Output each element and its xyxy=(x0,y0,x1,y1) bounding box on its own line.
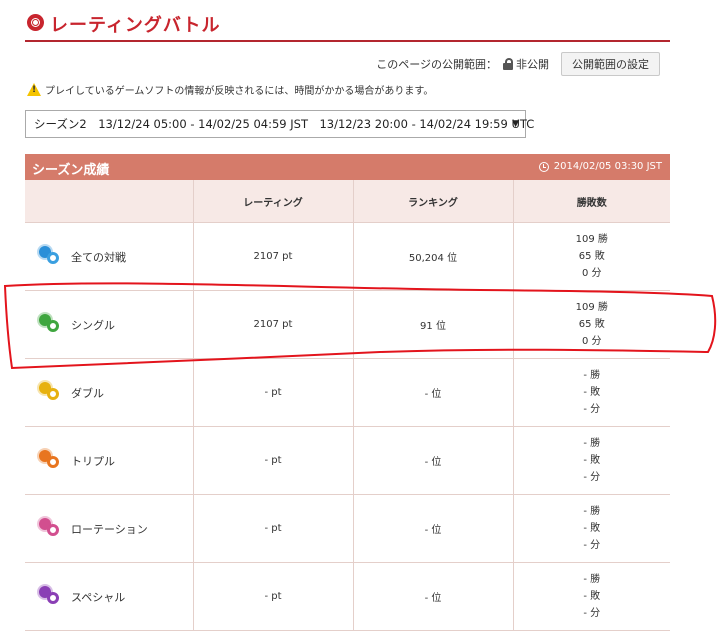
table-row: スペシャル - pt - 位 - 勝 - 敗 - 分 xyxy=(25,562,670,631)
update-time: 2014/02/05 03:30 JST xyxy=(538,161,662,172)
losses: 65 敗 xyxy=(578,251,605,262)
mode-label: スペシャル xyxy=(71,590,126,604)
column-header-mode xyxy=(25,180,194,223)
draws: 0 分 xyxy=(581,336,602,347)
draws: - 分 xyxy=(583,472,601,483)
dropdown-arrow-icon: ▼ xyxy=(512,119,519,129)
ranking-cell: 91 位 xyxy=(353,290,514,359)
mode-cell: シングル xyxy=(25,290,194,359)
mode-cell: ローテーション xyxy=(25,494,194,563)
pokeball-icon xyxy=(27,14,44,31)
lock-icon xyxy=(503,58,513,70)
rating-cell: - pt xyxy=(193,358,354,427)
mode-label: シングル xyxy=(71,318,115,332)
rotation-battle-icon xyxy=(39,517,67,540)
ranking-cell: - 位 xyxy=(353,494,514,563)
mode-cell: ダブル xyxy=(25,358,194,427)
single-battle-icon xyxy=(39,313,67,336)
mode-icon-ring xyxy=(47,319,59,332)
losses: - 敗 xyxy=(583,523,601,534)
visibility-label: このページの公開範囲： xyxy=(376,58,497,71)
mode-icon-ring xyxy=(47,455,59,468)
season-results-title: シーズン成績 xyxy=(32,163,110,178)
special-battle-icon xyxy=(39,585,67,608)
mode-cell: トリプル xyxy=(25,426,194,495)
ranking-cell: - 位 xyxy=(353,426,514,495)
mode-icon-ring xyxy=(47,523,59,536)
wins: - 勝 xyxy=(583,438,601,449)
season-select[interactable]: シーズン2 13/12/24 05:00 - 14/02/25 04:59 JS… xyxy=(25,110,534,138)
rating-cell: - pt xyxy=(193,562,354,631)
record-cell: 109 勝 65 敗 0 分 xyxy=(513,222,670,291)
table-row: 全ての対戦 2107 pt 50,204 位 109 勝 65 敗 0 分 xyxy=(25,222,670,291)
notice: ! プレイしているゲームソフトの情報が反映されるには、時間がかかる場合があります… xyxy=(27,82,433,97)
wins: 109 勝 xyxy=(575,302,608,313)
page-header: レーティングバトル xyxy=(25,8,670,42)
double-battle-icon xyxy=(39,381,67,404)
rating-cell: 2107 pt xyxy=(193,222,354,291)
draws: - 分 xyxy=(583,608,601,619)
table-header-row: レーティング ランキング 勝敗数 xyxy=(25,180,670,223)
mode-cell: スペシャル xyxy=(25,562,194,631)
warning-icon: ! xyxy=(27,83,41,96)
rating-cell: 2107 pt xyxy=(193,290,354,359)
table-row: シングル 2107 pt 91 位 109 勝 65 敗 0 分 xyxy=(25,290,670,359)
ranking-cell: 50,204 位 xyxy=(353,222,514,291)
mode-icon-ring xyxy=(47,591,59,604)
ranking-cell: - 位 xyxy=(353,562,514,631)
losses: - 敗 xyxy=(583,455,601,466)
wins: 109 勝 xyxy=(575,234,608,245)
notice-text: プレイしているゲームソフトの情報が反映されるには、時間がかかる場合があります。 xyxy=(45,86,434,97)
losses: 65 敗 xyxy=(578,319,605,330)
record-cell: - 勝 - 敗 - 分 xyxy=(513,426,670,495)
results-table: レーティング ランキング 勝敗数 全ての対戦 2107 pt 50,204 位 … xyxy=(25,180,670,631)
wins: - 勝 xyxy=(583,370,601,381)
visibility-value: 非公開 xyxy=(516,58,549,71)
table-row: ローテーション - pt - 位 - 勝 - 敗 - 分 xyxy=(25,494,670,563)
record-cell: - 勝 - 敗 - 分 xyxy=(513,358,670,427)
mode-label: 全ての対戦 xyxy=(71,250,126,264)
mode-cell: 全ての対戦 xyxy=(25,222,194,291)
table-row: ダブル - pt - 位 - 勝 - 敗 - 分 xyxy=(25,358,670,427)
mode-icon-ring xyxy=(47,251,59,264)
mode-label: トリプル xyxy=(71,454,115,468)
page-title: レーティングバトル xyxy=(50,15,221,36)
wins: - 勝 xyxy=(583,506,601,517)
ranking-cell: - 位 xyxy=(353,358,514,427)
mode-icon-ring xyxy=(47,387,59,400)
record-cell: 109 勝 65 敗 0 分 xyxy=(513,290,670,359)
column-header-record: 勝敗数 xyxy=(513,180,670,223)
column-header-rating: レーティング xyxy=(193,180,354,223)
visibility-setting: このページの公開範囲： 非公開 公開範囲の設定 xyxy=(376,52,660,76)
losses: - 敗 xyxy=(583,591,601,602)
visibility-settings-button[interactable]: 公開範囲の設定 xyxy=(561,52,660,76)
rating-cell: - pt xyxy=(193,494,354,563)
losses: - 敗 xyxy=(583,387,601,398)
all-battles-icon xyxy=(39,245,67,268)
timestamp: 2014/02/05 03:30 JST xyxy=(553,161,662,172)
rating-cell: - pt xyxy=(193,426,354,495)
mode-label: ダブル xyxy=(71,386,104,400)
clock-icon xyxy=(538,161,549,172)
triple-battle-icon xyxy=(39,449,67,472)
table-row: トリプル - pt - 位 - 勝 - 敗 - 分 xyxy=(25,426,670,495)
draws: 0 分 xyxy=(581,268,602,279)
column-header-ranking: ランキング xyxy=(353,180,514,223)
mode-label: ローテーション xyxy=(71,522,148,536)
draws: - 分 xyxy=(583,404,601,415)
wins: - 勝 xyxy=(583,574,601,585)
record-cell: - 勝 - 敗 - 分 xyxy=(513,494,670,563)
draws: - 分 xyxy=(583,540,601,551)
season-select-value: シーズン2 13/12/24 05:00 - 14/02/25 04:59 JS… xyxy=(34,117,535,131)
season-results-header: シーズン成績 2014/02/05 03:30 JST xyxy=(25,154,670,180)
record-cell: - 勝 - 敗 - 分 xyxy=(513,562,670,631)
